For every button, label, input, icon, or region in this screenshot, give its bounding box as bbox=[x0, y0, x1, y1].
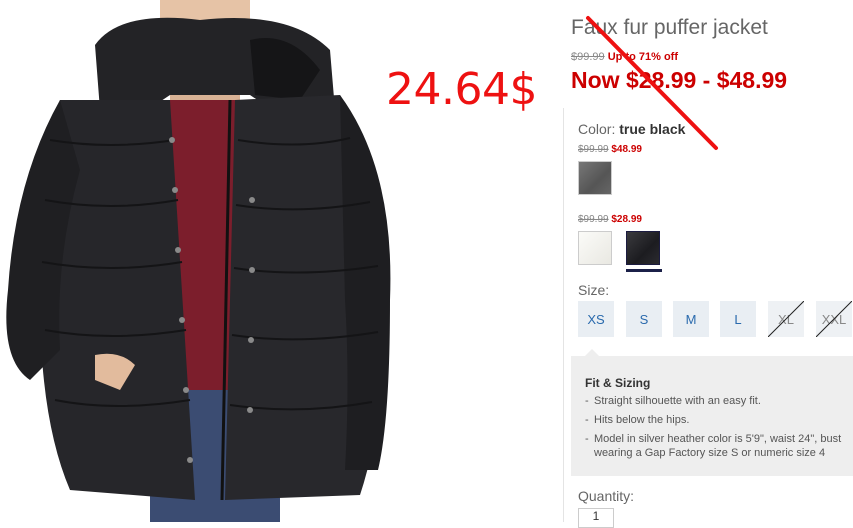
color-label: Color: true black bbox=[578, 121, 686, 137]
fit-item: - Model in silver heather color is 5'9", … bbox=[585, 433, 842, 459]
fit-sizing-list: - Straight silhouette with an easy fit. -… bbox=[585, 394, 853, 465]
size-xl-button-unavailable[interactable]: XL bbox=[768, 301, 804, 337]
size-xxl-button-unavailable[interactable]: XXL bbox=[816, 301, 852, 337]
size-m-button[interactable]: M bbox=[673, 301, 709, 337]
product-details: Faux fur puffer jacket $99.99 Up to 71% … bbox=[563, 0, 853, 528]
size-xs-button[interactable]: XS bbox=[578, 301, 614, 337]
fit-sizing-title: Fit & Sizing bbox=[585, 376, 651, 390]
was-price: $99.99 bbox=[571, 51, 605, 63]
discount-text: Up to 71% off bbox=[607, 51, 678, 63]
unavailable-strike-icon bbox=[768, 301, 804, 337]
swatch-grey[interactable] bbox=[578, 161, 612, 195]
overlay-price: 24.64$ bbox=[386, 64, 537, 115]
size-l-button[interactable]: L bbox=[720, 301, 756, 337]
quantity-input[interactable]: 1 bbox=[578, 508, 614, 528]
color-group-price: $99.99 $28.99 bbox=[578, 214, 642, 225]
unavailable-strike-icon bbox=[816, 301, 852, 337]
fit-item: - Straight silhouette with an easy fit. bbox=[585, 395, 761, 407]
selected-color: true black bbox=[619, 121, 686, 137]
size-s-button[interactable]: S bbox=[626, 301, 662, 337]
size-label: Size: bbox=[578, 282, 610, 298]
fit-sizing-box: Fit & Sizing - Straight silhouette with a… bbox=[571, 349, 853, 476]
fit-box-notch bbox=[585, 349, 599, 356]
fit-item: - Hits below the hips. bbox=[585, 414, 690, 426]
selected-swatch-indicator bbox=[626, 269, 662, 272]
swatch-cream[interactable] bbox=[578, 231, 612, 265]
price-was-line: $99.99 Up to 71% off bbox=[571, 51, 678, 63]
color-group-price: $99.99 $48.99 bbox=[578, 144, 642, 155]
product-image bbox=[0, 0, 420, 522]
product-title: Faux fur puffer jacket bbox=[571, 16, 768, 39]
now-price: Now $28.99 - $48.99 bbox=[571, 67, 788, 93]
swatch-true-black[interactable] bbox=[626, 231, 660, 265]
quantity-label: Quantity: bbox=[578, 488, 635, 504]
